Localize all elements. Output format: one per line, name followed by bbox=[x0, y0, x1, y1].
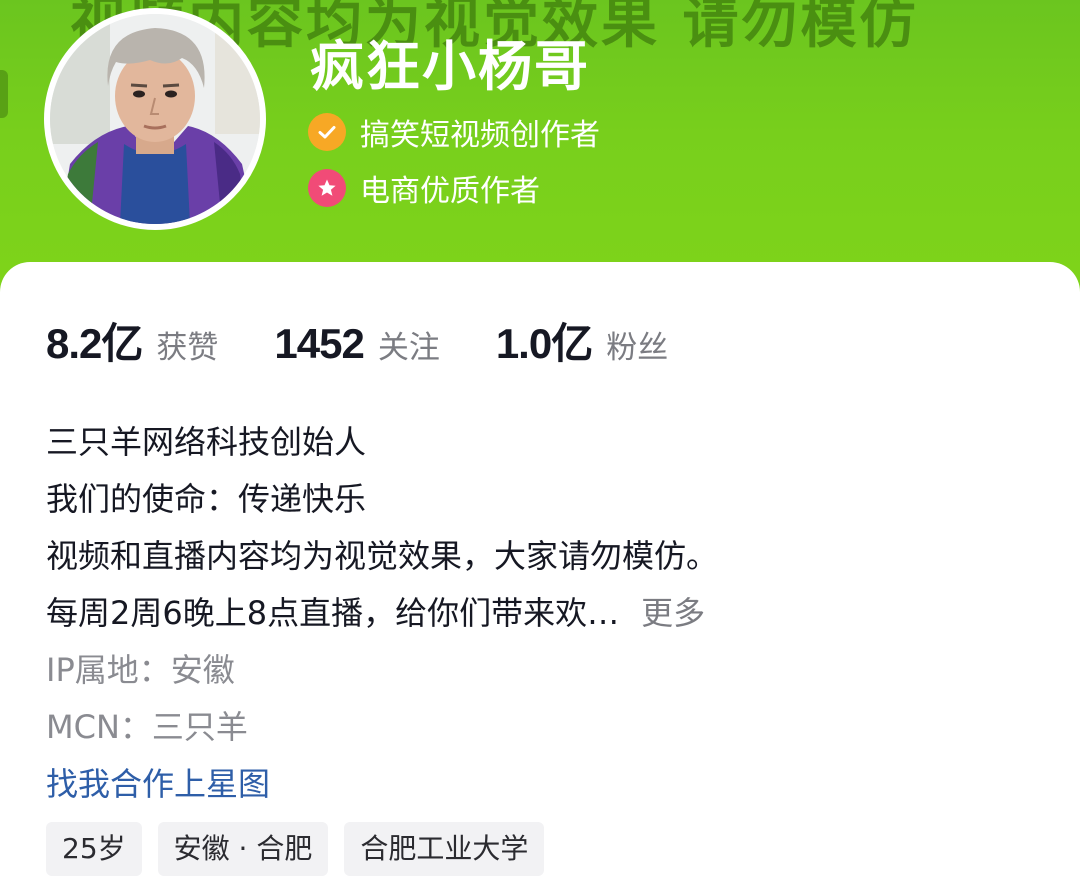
profile-tags: 25岁 安徽 · 合肥 合肥工业大学 bbox=[46, 822, 560, 876]
ecommerce-badge[interactable]: 电商优质作者 bbox=[308, 166, 540, 210]
avatar[interactable] bbox=[44, 8, 266, 230]
bio-line: 我们的使命：传递快乐 bbox=[46, 480, 367, 518]
likes-label: 获赞 bbox=[156, 330, 219, 366]
check-icon bbox=[308, 113, 346, 151]
following-count: 1452 bbox=[274, 320, 364, 367]
bio-line-text: 每周2周6晚上8点直播，给你们带来欢… bbox=[46, 594, 620, 632]
bio-line-truncated: 每周2周6晚上8点直播，给你们带来欢… 更多 bbox=[46, 585, 1046, 642]
star-map-link[interactable]: 找我合作上星图 bbox=[46, 756, 1046, 813]
mcn-info: MCN：三只羊 bbox=[46, 708, 248, 746]
profile-bio[interactable]: 三只羊网络科技创始人 我们的使命：传递快乐 视频和直播内容均为视觉效果，大家请勿… bbox=[46, 414, 1046, 813]
bio-line: 三只羊网络科技创始人 bbox=[46, 423, 367, 461]
bio-more-button[interactable]: 更多 bbox=[641, 594, 705, 632]
profile-nickname: 疯狂小杨哥 bbox=[310, 35, 590, 98]
ecommerce-badge-label: 电商优质作者 bbox=[360, 174, 540, 209]
age-tag[interactable]: 25岁 bbox=[46, 822, 142, 876]
following-stat[interactable]: 1452 关注 bbox=[274, 320, 439, 368]
followers-label: 粉丝 bbox=[606, 330, 669, 366]
ip-location: IP属地：安徽 bbox=[46, 651, 235, 689]
bio-line: 视频和直播内容均为视觉效果，大家请勿模仿。 bbox=[46, 537, 719, 575]
creator-badge-label: 搞笑短视频创作者 bbox=[360, 118, 600, 153]
followers-stat[interactable]: 1.0亿 粉丝 bbox=[496, 310, 668, 371]
banner-edge-decoration bbox=[0, 70, 8, 118]
followers-count: 1.0亿 bbox=[495, 320, 593, 367]
avatar-photo-icon bbox=[50, 14, 260, 224]
profile-page: 视频内容均为视觉效果 请勿模仿 疯狂小杨哥 搞笑短视频创作者 电商优质作者 8.… bbox=[0, 0, 1080, 889]
creator-badge[interactable]: 搞笑短视频创作者 bbox=[308, 110, 600, 154]
star-icon bbox=[308, 169, 346, 207]
likes-stat[interactable]: 8.2亿 获赞 bbox=[46, 310, 218, 371]
location-tag[interactable]: 安徽 · 合肥 bbox=[157, 822, 329, 876]
school-tag[interactable]: 合肥工业大学 bbox=[344, 822, 545, 876]
likes-count: 8.2亿 bbox=[46, 320, 143, 367]
following-label: 关注 bbox=[377, 330, 440, 366]
profile-stats: 8.2亿 获赞 1452 关注 1.0亿 粉丝 bbox=[46, 310, 724, 371]
